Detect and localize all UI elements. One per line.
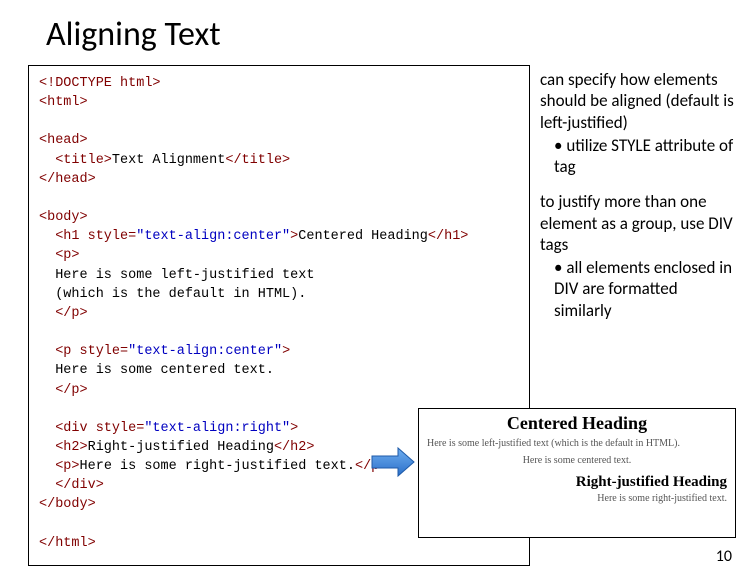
code-tag: </p> bbox=[39, 383, 88, 398]
code-tag: <p> bbox=[39, 248, 80, 263]
code-tag: </title> bbox=[225, 153, 290, 168]
code-tag: </html> bbox=[39, 536, 96, 551]
code-text: Centered Heading bbox=[298, 229, 428, 244]
code-tag: <body> bbox=[39, 210, 88, 225]
code-tag: </div> bbox=[39, 478, 104, 493]
code-string: "text-align:center" bbox=[136, 229, 290, 244]
code-string: "text-align:center" bbox=[128, 344, 282, 359]
preview-heading-1: Centered Heading bbox=[427, 413, 727, 434]
code-tag: <p> bbox=[39, 459, 80, 474]
explanation-para: can specify how elements should be align… bbox=[540, 69, 734, 133]
code-tag: </body> bbox=[39, 497, 96, 512]
preview-paragraph: Here is some right-justified text. bbox=[427, 493, 727, 504]
code-text: (which is the default in HTML). bbox=[39, 287, 306, 302]
code-tag: </h2> bbox=[274, 440, 315, 455]
code-tag: </head> bbox=[39, 172, 96, 187]
code-tag: <title> bbox=[39, 153, 112, 168]
code-tag: <!DOCTYPE html> bbox=[39, 76, 161, 91]
code-text: Text Alignment bbox=[112, 153, 225, 168]
arrow-icon bbox=[370, 445, 416, 479]
code-tag: <p style= bbox=[39, 344, 128, 359]
rendered-preview-box: Centered Heading Here is some left-justi… bbox=[418, 408, 736, 538]
bullet-item: utilize STYLE attribute of tag bbox=[554, 135, 735, 178]
explanation-para: to justify more than one element as a gr… bbox=[540, 191, 733, 255]
code-tag: <div style= bbox=[39, 421, 144, 436]
preview-paragraph: Here is some left-justified text (which … bbox=[427, 438, 727, 449]
code-text: Right-justified Heading bbox=[88, 440, 274, 455]
slide-title: Aligning Text bbox=[0, 0, 756, 65]
explanation-text: can specify how elements should be align… bbox=[540, 69, 735, 321]
code-tag: <h1 style= bbox=[39, 229, 136, 244]
code-text: Here is some right-justified text. bbox=[80, 459, 355, 474]
code-tag: <h2> bbox=[39, 440, 88, 455]
code-tag: </p> bbox=[39, 306, 88, 321]
code-text: Here is some left-justified text bbox=[39, 268, 314, 283]
bullet-item: all elements enclosed in DIV are formatt… bbox=[554, 257, 735, 321]
preview-heading-2: Right-justified Heading bbox=[427, 474, 727, 491]
code-tag: <head> bbox=[39, 133, 88, 148]
preview-paragraph: Here is some centered text. bbox=[427, 455, 727, 466]
code-tag: <html> bbox=[39, 95, 88, 110]
code-tag: </h1> bbox=[428, 229, 469, 244]
page-number: 10 bbox=[716, 547, 732, 566]
code-string: "text-align:right" bbox=[144, 421, 290, 436]
code-tag: > bbox=[282, 344, 290, 359]
code-text: Here is some centered text. bbox=[39, 363, 274, 378]
code-tag: > bbox=[290, 421, 298, 436]
